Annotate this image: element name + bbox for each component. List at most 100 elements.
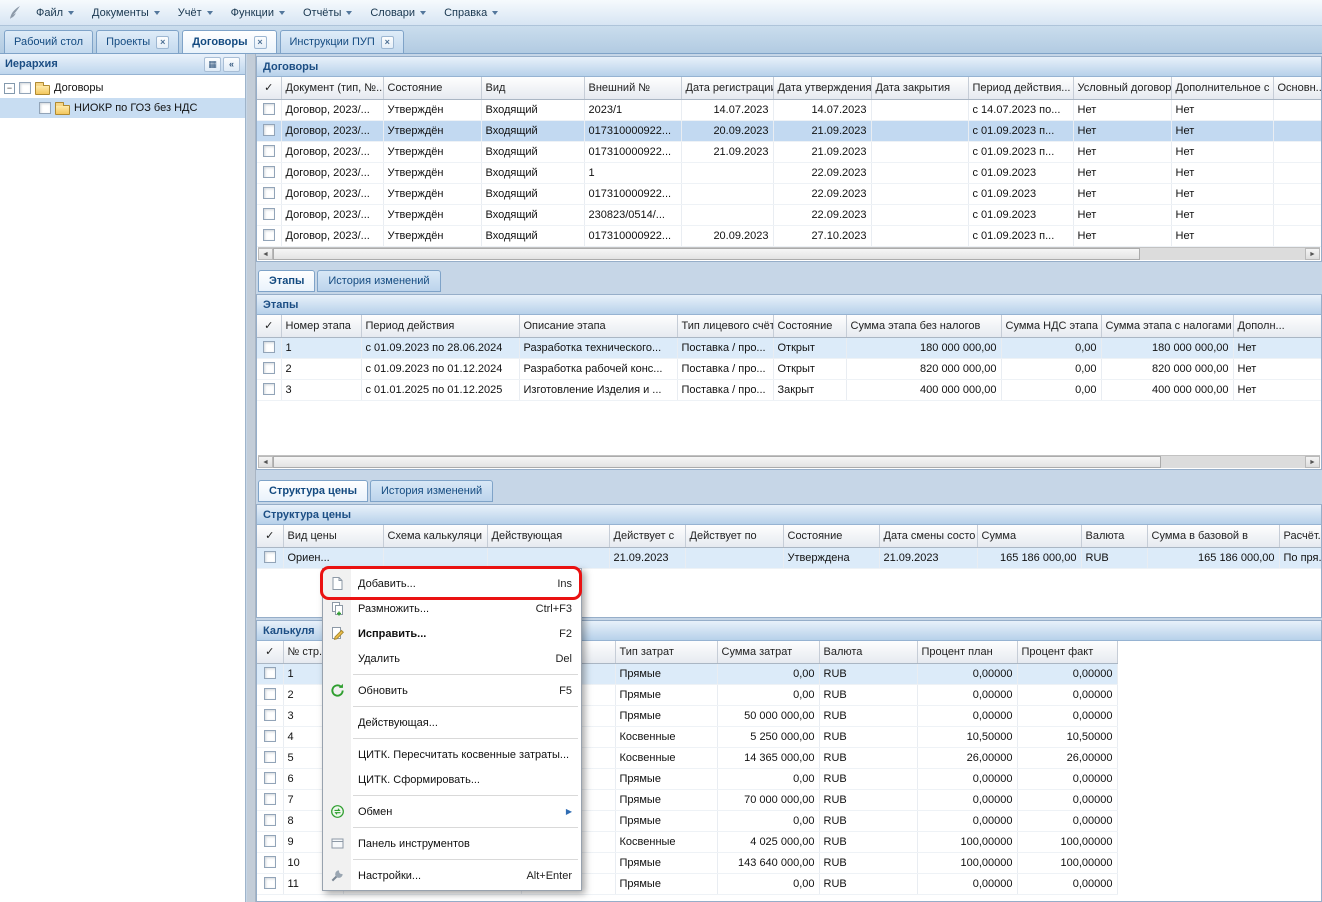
column-header[interactable]: ✓: [257, 525, 283, 547]
column-header[interactable]: Состояние: [383, 77, 481, 99]
node-checkbox[interactable]: [19, 82, 31, 94]
column-header[interactable]: Расчёт...: [1279, 525, 1322, 547]
scroll-left-icon[interactable]: ◄: [258, 456, 273, 468]
table-row[interactable]: Договор, 2023/...УтверждёнВходящий017310…: [257, 141, 1322, 162]
column-header[interactable]: Сумма затрат: [717, 641, 819, 663]
close-icon[interactable]: ×: [381, 36, 394, 49]
table-row[interactable]: Договор, 2023/...УтверждёнВходящий122.09…: [257, 162, 1322, 183]
expander-icon[interactable]: −: [4, 83, 15, 94]
column-header[interactable]: Период действия: [361, 315, 519, 337]
row-checkbox[interactable]: [264, 551, 276, 563]
table-row[interactable]: Договор, 2023/...УтверждёнВходящий2023/1…: [257, 99, 1322, 120]
etapy-hscrollbar[interactable]: ◄ ►: [258, 455, 1320, 468]
row-checkbox[interactable]: [264, 688, 276, 700]
column-header[interactable]: Описание этапа: [519, 315, 677, 337]
column-header[interactable]: Внешний №: [584, 77, 681, 99]
document-tab[interactable]: Проекты×: [96, 30, 179, 53]
column-header[interactable]: Сумма этапа с налогами: [1101, 315, 1233, 337]
column-header[interactable]: Тип лицевого счёт: [677, 315, 773, 337]
scroll-thumb[interactable]: [273, 248, 1140, 260]
row-checkbox[interactable]: [264, 751, 276, 763]
column-header[interactable]: Действует с: [609, 525, 685, 547]
column-header[interactable]: Номер этапа: [281, 315, 361, 337]
table-row[interactable]: Договор, 2023/...УтверждёнВходящий017310…: [257, 183, 1322, 204]
column-header[interactable]: Процент план: [917, 641, 1017, 663]
scroll-track[interactable]: [273, 456, 1305, 468]
column-header[interactable]: Документ (тип, №...: [281, 77, 383, 99]
table-row[interactable]: 2с 01.09.2023 по 01.12.2024Разработка ра…: [257, 358, 1322, 379]
column-header[interactable]: Сумма этапа без налогов: [846, 315, 1001, 337]
subtab[interactable]: История изменений: [370, 480, 493, 502]
row-checkbox[interactable]: [264, 856, 276, 868]
column-header[interactable]: Вид: [481, 77, 584, 99]
column-header[interactable]: Состояние: [783, 525, 879, 547]
subtab[interactable]: Структура цены: [258, 480, 368, 502]
row-checkbox[interactable]: [264, 667, 276, 679]
column-header[interactable]: Состояние: [773, 315, 846, 337]
row-checkbox[interactable]: [263, 145, 275, 157]
row-checkbox[interactable]: [263, 341, 275, 353]
row-checkbox[interactable]: [264, 709, 276, 721]
panel-splitter[interactable]: [247, 54, 256, 902]
menubar-item[interactable]: Функции: [222, 3, 294, 23]
subtab[interactable]: История изменений: [317, 270, 440, 292]
column-header[interactable]: Действует по: [685, 525, 783, 547]
menubar-item[interactable]: Словари: [361, 3, 435, 23]
menubar-item[interactable]: Отчёты: [294, 3, 361, 23]
document-tab[interactable]: Рабочий стол: [4, 30, 93, 53]
column-header[interactable]: Сумма: [977, 525, 1081, 547]
row-checkbox[interactable]: [263, 383, 275, 395]
column-header[interactable]: Вид цены: [283, 525, 383, 547]
subtab[interactable]: Этапы: [258, 270, 315, 292]
column-header[interactable]: Дата смены состо: [879, 525, 977, 547]
row-checkbox[interactable]: [263, 124, 275, 136]
contracts-hscrollbar[interactable]: ◄ ►: [258, 247, 1320, 260]
context-menu-item[interactable]: Панель инструментов: [323, 831, 581, 856]
table-row[interactable]: Договор, 2023/...УтверждёнВходящий017310…: [257, 120, 1322, 141]
column-header[interactable]: Сумма НДС этапа: [1001, 315, 1101, 337]
row-checkbox[interactable]: [263, 103, 275, 115]
close-icon[interactable]: ×: [254, 36, 267, 49]
column-header[interactable]: Схема калькуляци: [383, 525, 487, 547]
table-row[interactable]: 1с 01.09.2023 по 28.06.2024Разработка те…: [257, 337, 1322, 358]
column-header[interactable]: Дополнительное с: [1171, 77, 1273, 99]
row-checkbox[interactable]: [264, 835, 276, 847]
column-header[interactable]: ✓: [257, 77, 281, 99]
context-menu-item[interactable]: ОбновитьF5: [323, 678, 581, 703]
context-menu-item[interactable]: ЦИТК. Сформировать...: [323, 767, 581, 792]
column-header[interactable]: Процент факт: [1017, 641, 1117, 663]
context-menu-item[interactable]: Действующая...: [323, 710, 581, 735]
hierarchy-view-icon[interactable]: ▦: [204, 57, 221, 72]
menubar-item[interactable]: Учёт: [169, 3, 222, 23]
column-header[interactable]: Дата регистрации: [681, 77, 773, 99]
column-header[interactable]: Сумма в базовой в: [1147, 525, 1279, 547]
column-header[interactable]: Валюта: [819, 641, 917, 663]
node-checkbox[interactable]: [39, 102, 51, 114]
table-row[interactable]: Договор, 2023/...УтверждёнВходящий017310…: [257, 225, 1322, 246]
row-checkbox[interactable]: [264, 793, 276, 805]
menubar-item[interactable]: Документы: [83, 3, 169, 23]
context-menu-item[interactable]: Исправить...F2: [323, 621, 581, 646]
row-checkbox[interactable]: [263, 187, 275, 199]
column-header[interactable]: Валюта: [1081, 525, 1147, 547]
row-checkbox[interactable]: [264, 814, 276, 826]
row-checkbox[interactable]: [263, 229, 275, 241]
scroll-right-icon[interactable]: ►: [1305, 456, 1320, 468]
column-header[interactable]: Период действия...: [968, 77, 1073, 99]
tree-node[interactable]: НИОКР по ГОЗ без НДС: [0, 98, 245, 118]
row-checkbox[interactable]: [263, 166, 275, 178]
scroll-left-icon[interactable]: ◄: [258, 248, 273, 260]
menubar-item[interactable]: Справка: [435, 3, 507, 23]
close-icon[interactable]: ×: [156, 36, 169, 49]
table-row[interactable]: Договор, 2023/...УтверждёнВходящий230823…: [257, 204, 1322, 225]
row-checkbox[interactable]: [264, 772, 276, 784]
document-tab[interactable]: Инструкции ПУП×: [280, 30, 404, 53]
row-checkbox[interactable]: [263, 362, 275, 374]
context-menu-item[interactable]: ЦИТК. Пересчитать косвенные затраты...: [323, 742, 581, 767]
column-header[interactable]: Дата закрытия: [871, 77, 968, 99]
tree-node[interactable]: −Договоры: [0, 78, 245, 98]
context-menu-item[interactable]: УдалитьDel: [323, 646, 581, 671]
scroll-track[interactable]: [273, 248, 1305, 260]
collapse-panel-icon[interactable]: «: [223, 57, 240, 72]
column-header[interactable]: Действующая: [487, 525, 609, 547]
